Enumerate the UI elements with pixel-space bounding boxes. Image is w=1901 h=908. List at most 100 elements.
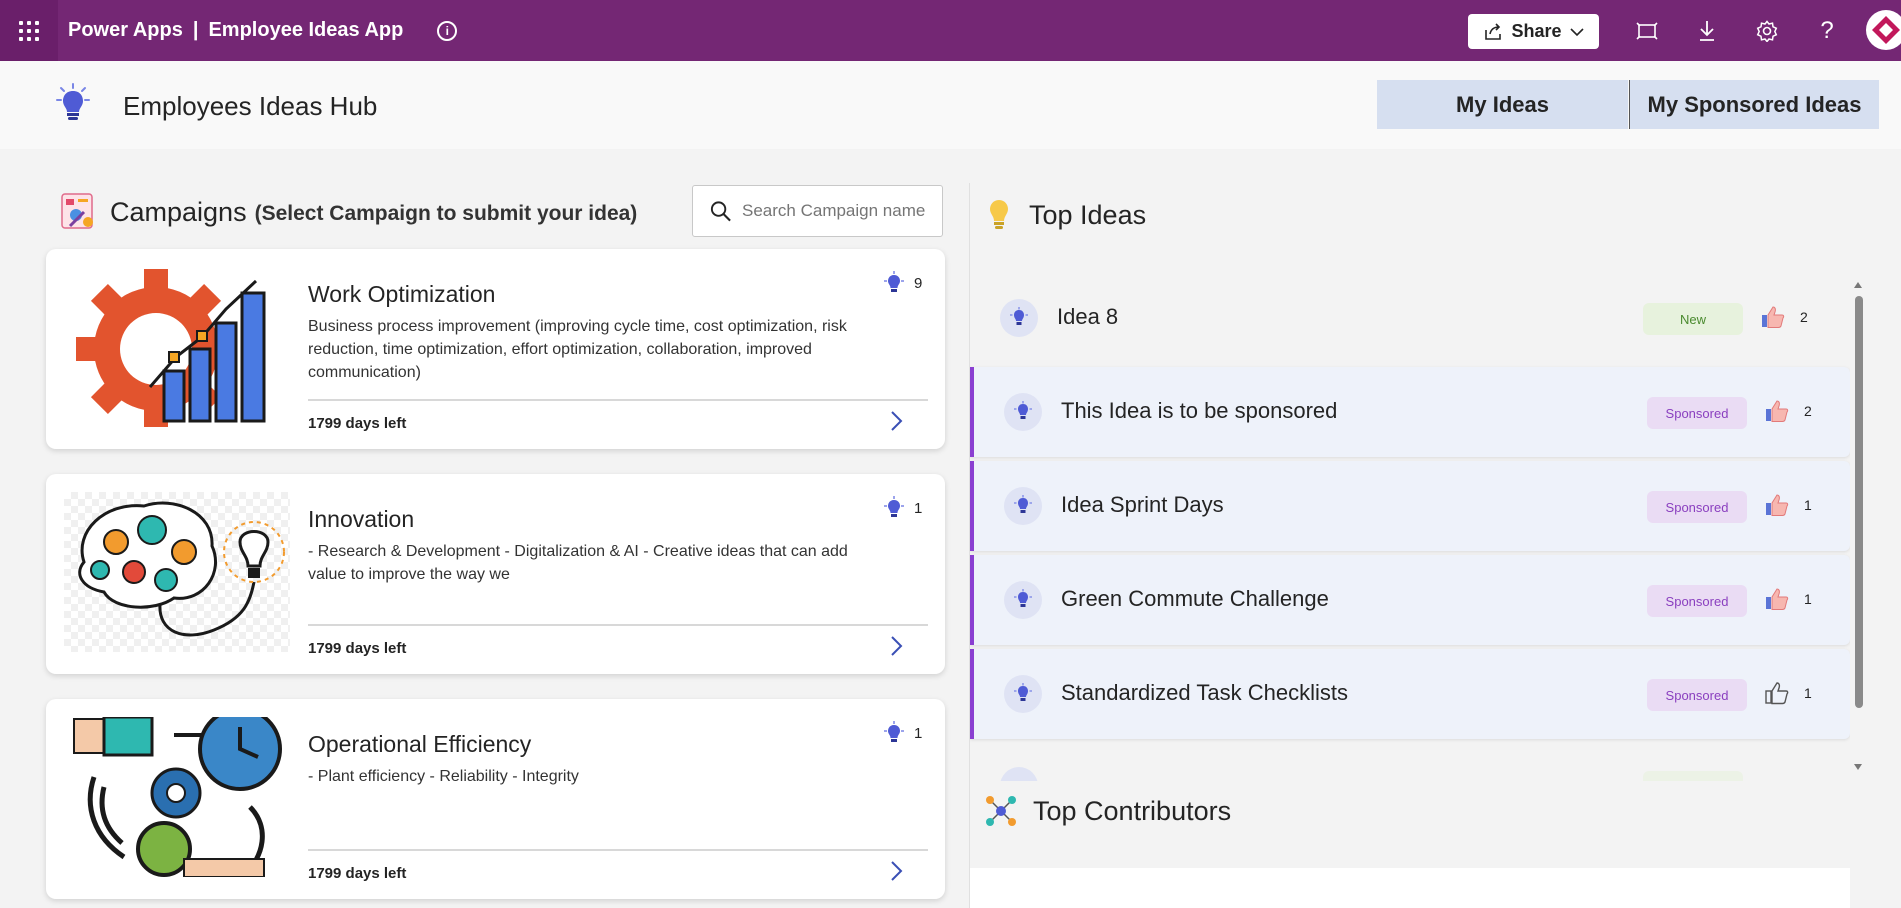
avatar[interactable]: [1866, 10, 1901, 50]
status-badge: Sponsored: [1647, 585, 1747, 617]
lightbulb-icon: [884, 271, 904, 292]
thumbs-up-icon[interactable]: [1764, 586, 1790, 612]
help-icon[interactable]: ?: [1813, 17, 1841, 45]
campaign-title: Work Optimization: [308, 281, 496, 307]
idea-count: 1: [882, 496, 922, 520]
idea-count-value: 1: [914, 724, 923, 742]
days-left: 1799 days left: [308, 865, 407, 882]
share-button[interactable]: Share: [1468, 14, 1599, 49]
status-badge: [1643, 771, 1743, 781]
campaign-card[interactable]: Operational Efficiency - Plant efficienc…: [46, 699, 945, 899]
lightbulb-icon: [1004, 581, 1042, 619]
divider: [308, 624, 928, 626]
lightbulb-icon: [990, 200, 1008, 229]
campaigns-header: Campaigns (Select Campaign to submit you…: [56, 190, 637, 234]
idea-row[interactable]: Idea Sprint Days Sponsored 1: [970, 461, 1850, 551]
lightbulb-icon: [1004, 675, 1042, 713]
idea-row[interactable]: This Idea is to be sponsored Sponsored 2: [970, 367, 1850, 457]
top-ideas-header: Top Ideas: [987, 198, 1146, 232]
idea-count: 1: [882, 721, 922, 745]
top-contributors-header: Top Contributors: [985, 795, 1231, 827]
days-left: 1799 days left: [308, 415, 407, 432]
scrollbar[interactable]: [1853, 280, 1863, 770]
campaign-card[interactable]: Work Optimization Business process impro…: [46, 249, 945, 449]
app-title-text: Employee Ideas App: [208, 19, 404, 41]
idea-name: Idea Sprint Days: [1061, 492, 1224, 517]
status-badge: Sponsored: [1647, 679, 1747, 711]
idea-count-value: 9: [914, 274, 923, 292]
waffle-icon[interactable]: [0, 0, 58, 61]
days-left: 1799 days left: [308, 640, 407, 657]
status-badge: Sponsored: [1647, 491, 1747, 523]
thumbs-up-icon[interactable]: [1764, 398, 1790, 424]
title-separator: |: [192, 19, 199, 41]
campaign-description: - Plant efficiency - Reliability - Integ…: [308, 768, 579, 785]
search-icon: [710, 201, 731, 222]
my-ideas-button[interactable]: My Ideas: [1377, 80, 1628, 129]
divider: [308, 849, 928, 851]
idea-row[interactable]: Green Commute Challenge Sponsored 1: [970, 555, 1850, 645]
top-bar: Power Apps | Employee Ideas App i: [0, 0, 1901, 61]
idea-count-value: 1: [914, 499, 923, 517]
idea-row[interactable]: Standardized Task Checklists Sponsored 1: [970, 649, 1850, 739]
like-count-value: 1: [1804, 685, 1812, 701]
fit-screen-icon[interactable]: [1633, 17, 1661, 45]
app-name: Power Apps: [68, 19, 183, 41]
campaigns-title: Campaigns: [110, 196, 247, 227]
scroll-up-icon[interactable]: [1853, 280, 1863, 290]
idea-name: Green Commute Challenge: [1061, 586, 1329, 611]
top-ideas-list[interactable]: Idea 8 New 2 This Idea is to be sponsore…: [970, 273, 1850, 781]
campaign-icon: [61, 193, 93, 229]
work-optimization-image: [64, 267, 290, 427]
app-title: Power Apps | Employee Ideas App: [68, 19, 403, 42]
page-header: Employees Ideas Hub My Ideas My Sponsore…: [0, 61, 1901, 149]
like-count-value: 1: [1804, 497, 1812, 513]
chevron-right-icon[interactable]: [884, 859, 908, 883]
campaign-description: Business process improvement (improving …: [308, 318, 847, 381]
idea-count: 9: [882, 271, 922, 295]
lightbulb-icon: [56, 83, 90, 120]
thumbs-up-outline-icon[interactable]: [1764, 680, 1790, 706]
like-count: 2: [1764, 398, 1812, 424]
idea-name: Standardized Task Checklists: [1061, 680, 1348, 705]
lightbulb-icon: [1004, 393, 1042, 431]
top-ideas-title: Top Ideas: [1029, 199, 1147, 230]
divider: [308, 399, 928, 401]
chevron-right-icon[interactable]: [884, 409, 908, 433]
like-count-value: 2: [1804, 403, 1812, 419]
network-icon: [986, 796, 1016, 826]
search-input[interactable]: [742, 201, 942, 221]
settings-icon[interactable]: [1753, 17, 1781, 45]
innovation-image: [64, 492, 290, 652]
lightbulb-icon: [1004, 487, 1042, 525]
scroll-down-icon[interactable]: [1853, 762, 1863, 772]
info-icon[interactable]: i: [437, 20, 458, 41]
download-icon[interactable]: [1693, 17, 1721, 45]
my-sponsored-ideas-button[interactable]: My Sponsored Ideas: [1629, 80, 1879, 129]
like-count: 1: [1764, 492, 1812, 518]
share-label: Share: [1511, 21, 1562, 41]
page-title: Employees Ideas Hub: [123, 91, 378, 121]
idea-row[interactable]: [970, 741, 1850, 781]
lightbulb-icon: [1000, 767, 1038, 781]
campaign-description: - Research & Development - Digitalizatio…: [308, 543, 848, 583]
lightbulb-icon: [884, 496, 904, 517]
campaign-title: Operational Efficiency: [308, 731, 532, 757]
campaign-title: Innovation: [308, 506, 415, 532]
campaign-card[interactable]: Innovation - Research & Development - Di…: [46, 474, 945, 674]
scroll-thumb[interactable]: [1855, 296, 1863, 708]
status-badge: Sponsored: [1647, 397, 1747, 429]
thumbs-up-icon[interactable]: [1760, 304, 1786, 330]
idea-name: This Idea is to be sponsored: [1061, 398, 1338, 423]
idea-row[interactable]: Idea 8 New 2: [970, 273, 1850, 363]
chevron-down-icon: [1569, 27, 1584, 36]
lightbulb-icon: [1000, 299, 1038, 337]
top-contributors-list: [970, 868, 1850, 908]
top-contributors-title: Top Contributors: [1033, 795, 1232, 826]
share-icon: [1485, 22, 1502, 40]
operational-efficiency-image: [64, 717, 290, 877]
campaign-search-box[interactable]: [692, 185, 943, 237]
chevron-right-icon[interactable]: [884, 634, 908, 658]
thumbs-up-icon[interactable]: [1764, 492, 1790, 518]
idea-name: Idea 8: [1057, 304, 1119, 329]
